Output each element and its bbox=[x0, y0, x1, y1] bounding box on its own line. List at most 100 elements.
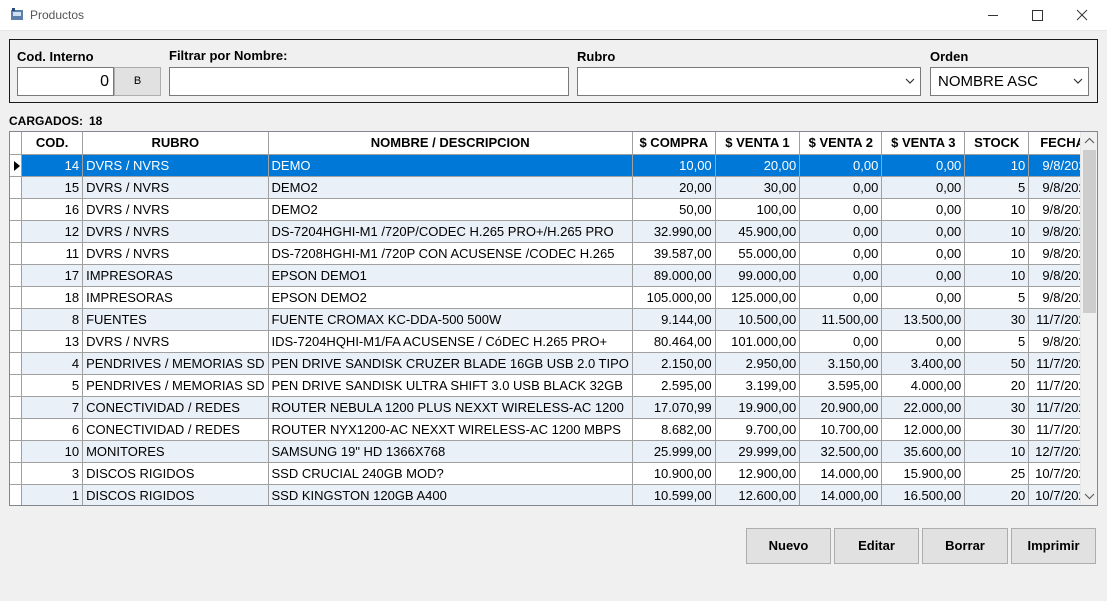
cell-venta2[interactable]: 0,00 bbox=[799, 264, 883, 287]
table-row[interactable]: 17 IMPRESORAS EPSON DEMO1 89.000,00 99.000,0… bbox=[10, 264, 1097, 287]
cell-nombre[interactable]: DEMO bbox=[268, 154, 633, 177]
cell-venta1[interactable]: 19.900,00 bbox=[715, 396, 801, 419]
cell-nombre[interactable]: ROUTER NYX1200-AC NEXXT WIRELESS-AC 1200… bbox=[268, 418, 633, 441]
cell-nombre[interactable]: EPSON DEMO1 bbox=[268, 264, 633, 287]
cell-compra[interactable]: 10.599,00 bbox=[632, 484, 716, 505]
cell-venta3[interactable]: 0,00 bbox=[881, 154, 966, 177]
cell-nombre[interactable]: SSD KINGSTON 120GB A400 bbox=[268, 484, 633, 505]
cell-venta3[interactable]: 0,00 bbox=[881, 264, 966, 287]
cell-nombre[interactable]: SSD CRUCIAL 240GB MOD? bbox=[268, 462, 633, 485]
cell-rubro[interactable]: DVRS / NVRS bbox=[82, 220, 269, 243]
cell-rubro[interactable]: FUENTES bbox=[82, 308, 269, 331]
cell-cod[interactable]: 6 bbox=[21, 418, 84, 441]
table-row[interactable]: 16 DVRS / NVRS DEMO2 50,00 100,00 0,00 0,00 10 9… bbox=[10, 198, 1097, 221]
cell-venta3[interactable]: 4.000,00 bbox=[881, 374, 966, 397]
b-button[interactable]: B bbox=[114, 67, 161, 96]
scroll-down-icon[interactable] bbox=[1081, 488, 1098, 505]
cell-venta2[interactable]: 14.000,00 bbox=[799, 462, 883, 485]
cell-stock[interactable]: 10 bbox=[964, 242, 1030, 265]
row-header[interactable] bbox=[10, 176, 23, 199]
column-header[interactable]: COD. bbox=[21, 132, 84, 155]
cell-venta1[interactable]: 20,00 bbox=[715, 154, 801, 177]
cell-stock[interactable]: 25 bbox=[964, 462, 1030, 485]
nuevo-button[interactable]: Nuevo bbox=[746, 528, 831, 564]
cell-stock[interactable]: 10 bbox=[964, 220, 1030, 243]
cell-venta2[interactable]: 0,00 bbox=[799, 330, 883, 353]
scroll-up-icon[interactable] bbox=[1081, 132, 1098, 149]
row-header[interactable] bbox=[10, 462, 23, 485]
products-grid[interactable]: COD. RUBRO NOMBRE / DESCRIPCION $ COMPRA… bbox=[9, 131, 1098, 506]
cell-nombre[interactable]: PEN DRIVE SANDISK CRUZER BLADE 16GB USB … bbox=[268, 352, 633, 375]
cell-stock[interactable]: 5 bbox=[964, 176, 1030, 199]
cell-venta2[interactable]: 0,00 bbox=[799, 286, 883, 309]
cell-rubro[interactable]: DISCOS RIGIDOS bbox=[82, 484, 269, 505]
cell-venta1[interactable]: 2.950,00 bbox=[715, 352, 801, 375]
cell-venta1[interactable]: 45.900,00 bbox=[715, 220, 801, 243]
cell-rubro[interactable]: DVRS / NVRS bbox=[82, 176, 269, 199]
column-header[interactable]: $ VENTA 3 bbox=[881, 132, 966, 155]
cell-nombre[interactable]: DEMO2 bbox=[268, 176, 633, 199]
table-row[interactable]: 6 CONECTIVIDAD / REDES ROUTER NYX1200-AC N… bbox=[10, 418, 1097, 441]
cell-cod[interactable]: 10 bbox=[21, 440, 84, 463]
table-row[interactable]: 10 MONITORES SAMSUNG 19" HD 1366X768 25.999… bbox=[10, 440, 1097, 463]
column-header[interactable]: $ VENTA 2 bbox=[799, 132, 883, 155]
table-row[interactable]: 1 DISCOS RIGIDOS SSD KINGSTON 120GB A400 10… bbox=[10, 484, 1097, 505]
row-header[interactable] bbox=[10, 220, 23, 243]
cell-nombre[interactable]: DS-7208HGHI-M1 /720P CON ACUSENSE /CODEC… bbox=[268, 242, 633, 265]
column-header[interactable]: NOMBRE / DESCRIPCION bbox=[268, 132, 633, 155]
cell-venta1[interactable]: 101.000,00 bbox=[715, 330, 801, 353]
cell-cod[interactable]: 1 bbox=[21, 484, 84, 505]
row-header[interactable] bbox=[10, 198, 23, 221]
table-row[interactable]: 7 CONECTIVIDAD / REDES ROUTER NEBULA 1200 … bbox=[10, 396, 1097, 419]
cell-venta3[interactable]: 0,00 bbox=[881, 286, 966, 309]
cell-compra[interactable]: 2.150,00 bbox=[632, 352, 716, 375]
cell-venta3[interactable]: 15.900,00 bbox=[881, 462, 966, 485]
table-row[interactable]: 12 DVRS / NVRS DS-7204HGHI-M1 /720P/CODEC … bbox=[10, 220, 1097, 243]
cell-stock[interactable]: 5 bbox=[964, 330, 1030, 353]
table-row[interactable]: 3 DISCOS RIGIDOS SSD CRUCIAL 240GB MOD? 10.… bbox=[10, 462, 1097, 485]
cell-venta2[interactable]: 0,00 bbox=[799, 176, 883, 199]
cell-compra[interactable]: 10.900,00 bbox=[632, 462, 716, 485]
cell-venta2[interactable]: 0,00 bbox=[799, 198, 883, 221]
cell-venta1[interactable]: 30,00 bbox=[715, 176, 801, 199]
cell-compra[interactable]: 10,00 bbox=[632, 154, 716, 177]
cell-rubro[interactable]: MONITORES bbox=[82, 440, 269, 463]
row-header[interactable] bbox=[10, 308, 23, 331]
cell-nombre[interactable]: DEMO2 bbox=[268, 198, 633, 221]
table-row[interactable]: 4 PENDRIVES / MEMORIAS SD PEN DRIVE SANDIS… bbox=[10, 352, 1097, 375]
cell-venta1[interactable]: 29.999,00 bbox=[715, 440, 801, 463]
cell-venta2[interactable]: 14.000,00 bbox=[799, 484, 883, 505]
cell-stock[interactable]: 10 bbox=[964, 440, 1030, 463]
cell-compra[interactable]: 9.144,00 bbox=[632, 308, 716, 331]
table-row[interactable]: 8 FUENTES FUENTE CROMAX KC-DDA-500 500W 9.1… bbox=[10, 308, 1097, 331]
cell-venta3[interactable]: 22.000,00 bbox=[881, 396, 966, 419]
column-header[interactable]: STOCK bbox=[964, 132, 1030, 155]
table-row[interactable]: 11 DVRS / NVRS DS-7208HGHI-M1 /720P CON AC… bbox=[10, 242, 1097, 265]
cell-stock[interactable]: 10 bbox=[964, 154, 1030, 177]
cell-venta2[interactable]: 32.500,00 bbox=[799, 440, 883, 463]
row-header[interactable] bbox=[10, 396, 23, 419]
cell-compra[interactable]: 39.587,00 bbox=[632, 242, 716, 265]
cell-venta1[interactable]: 99.000,00 bbox=[715, 264, 801, 287]
cell-cod[interactable]: 3 bbox=[21, 462, 84, 485]
minimize-button[interactable] bbox=[970, 0, 1016, 31]
cell-venta1[interactable]: 9.700,00 bbox=[715, 418, 801, 441]
row-header[interactable] bbox=[10, 286, 23, 309]
cell-cod[interactable]: 8 bbox=[21, 308, 84, 331]
cell-compra[interactable]: 32.990,00 bbox=[632, 220, 716, 243]
cell-compra[interactable]: 105.000,00 bbox=[632, 286, 716, 309]
column-header[interactable]: $ VENTA 1 bbox=[715, 132, 801, 155]
cell-compra[interactable]: 89.000,00 bbox=[632, 264, 716, 287]
cell-cod[interactable]: 11 bbox=[21, 242, 84, 265]
row-header[interactable] bbox=[10, 440, 23, 463]
row-header[interactable] bbox=[10, 484, 23, 505]
cell-stock[interactable]: 10 bbox=[964, 198, 1030, 221]
cell-rubro[interactable]: DISCOS RIGIDOS bbox=[82, 462, 269, 485]
row-header[interactable] bbox=[10, 242, 23, 265]
cell-venta3[interactable]: 0,00 bbox=[881, 242, 966, 265]
cell-cod[interactable]: 12 bbox=[21, 220, 84, 243]
orden-select[interactable]: NOMBRE ASC bbox=[930, 67, 1089, 96]
cell-venta3[interactable]: 3.400,00 bbox=[881, 352, 966, 375]
cell-cod[interactable]: 13 bbox=[21, 330, 84, 353]
row-header[interactable] bbox=[10, 352, 23, 375]
